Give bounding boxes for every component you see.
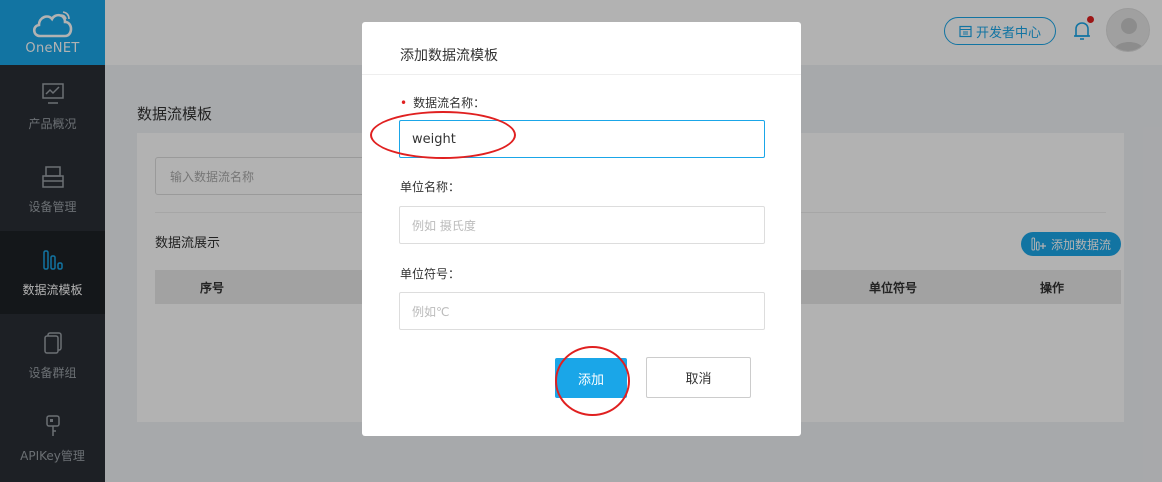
cancel-button[interactable]: 取消 bbox=[646, 357, 751, 398]
unit-symbol-label: 单位符号： bbox=[400, 267, 461, 281]
annotation-circle-add-button bbox=[555, 346, 630, 416]
name-label: • 数据流名称： bbox=[400, 96, 486, 110]
required-marker: • bbox=[400, 96, 408, 110]
dialog-title: 添加数据流模板 bbox=[400, 48, 498, 64]
dialog-divider bbox=[362, 74, 801, 75]
unit-symbol-field[interactable]: 例如℃ bbox=[399, 292, 765, 330]
annotation-circle-name-field bbox=[370, 111, 516, 159]
unit-name-field[interactable]: 例如 摄氏度 bbox=[399, 206, 765, 244]
unit-name-label: 单位名称： bbox=[400, 180, 461, 194]
